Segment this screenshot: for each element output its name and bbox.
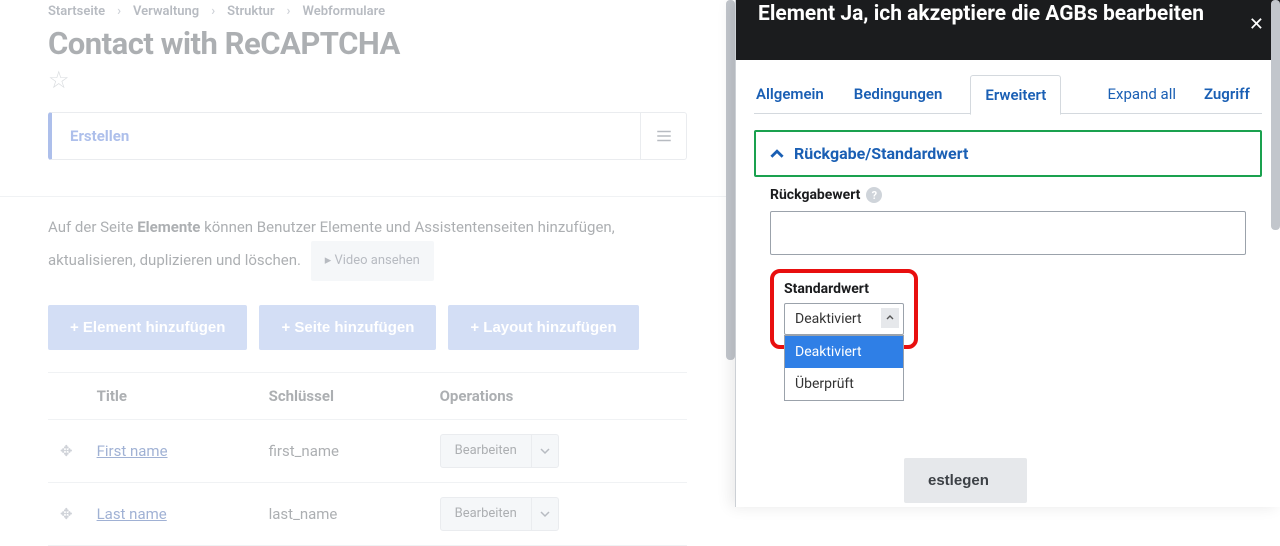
- select-option[interactable]: Überprüft: [785, 368, 903, 400]
- tab-general[interactable]: Allgemein: [754, 79, 826, 109]
- modal-panel: Element Ja, ich akzeptiere die AGBs bear…: [735, 0, 1280, 507]
- set-button[interactable]: estlegen: [904, 458, 1027, 503]
- select-selected: Deaktiviert: [795, 311, 862, 327]
- close-icon[interactable]: ✕: [1249, 14, 1264, 35]
- expand-all-link[interactable]: Expand all: [1108, 85, 1176, 103]
- tab-advanced[interactable]: Erweitert: [970, 75, 1061, 115]
- fieldset-body: Rückgabewert ? Standardwert Deaktiviert …: [754, 177, 1262, 365]
- help-icon[interactable]: ?: [866, 187, 882, 203]
- fieldset-return-default: Rückgabe/Standardwert: [754, 130, 1262, 177]
- return-value-input[interactable]: [770, 211, 1246, 255]
- chevron-up-icon: [770, 147, 784, 161]
- modal-tabs: Allgemein Bedingungen Erweitert Expand a…: [754, 74, 1262, 114]
- element-title-link[interactable]: Last name: [97, 505, 167, 523]
- scrollbar[interactable]: [726, 0, 735, 507]
- modal-scrollbar[interactable]: [1271, 0, 1280, 507]
- modal-body: Allgemein Bedingungen Erweitert Expand a…: [736, 60, 1280, 379]
- fieldset-toggle[interactable]: Rückgabe/Standardwert: [756, 132, 1260, 175]
- tab-conditions[interactable]: Bedingungen: [852, 79, 945, 109]
- default-value-select[interactable]: Deaktiviert Deaktiviert Überprüft: [784, 303, 904, 335]
- return-value-label: Rückgabewert ?: [770, 187, 1246, 203]
- modal-title: Element Ja, ich akzeptiere die AGBs bear…: [758, 0, 1258, 28]
- select-option[interactable]: Deaktiviert: [785, 336, 903, 368]
- modal-header: Element Ja, ich akzeptiere die AGBs bear…: [736, 0, 1280, 60]
- highlight-box: Standardwert Deaktiviert Deaktiviert Übe…: [770, 269, 918, 349]
- select-arrow-icon[interactable]: [881, 308, 899, 328]
- tab-access[interactable]: Zugriff: [1202, 79, 1262, 109]
- select-dropdown: Deaktiviert Überprüft: [784, 335, 904, 401]
- default-value-label: Standardwert: [784, 281, 904, 297]
